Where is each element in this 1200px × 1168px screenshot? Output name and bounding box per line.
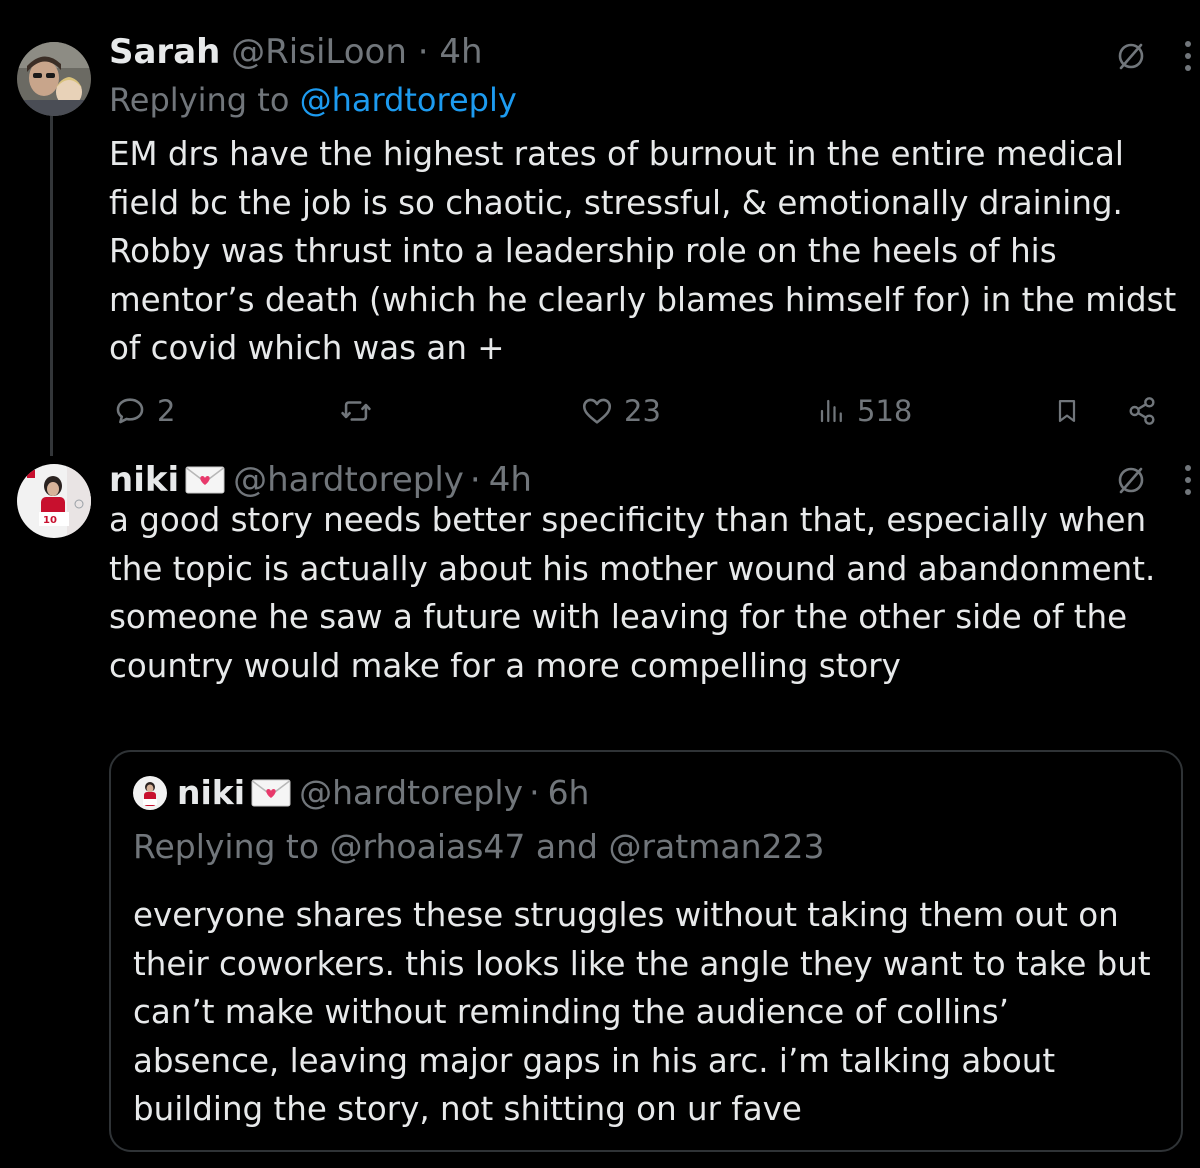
handle[interactable]: @RisiLoon	[231, 32, 407, 72]
timestamp: 6h	[547, 773, 590, 812]
replying-to-handle-link[interactable]: @hardtoreply	[300, 81, 517, 119]
heart-icon	[582, 398, 612, 424]
reply-bubble-icon	[116, 398, 144, 424]
reply-count: 2	[157, 394, 176, 428]
love-letter-envelope-icon	[251, 779, 291, 807]
repost-button[interactable]	[339, 392, 383, 430]
quoted-tweet-card[interactable]: niki @hardtoreply · 6h Replying to @rhoa…	[109, 750, 1183, 1152]
repost-icon	[341, 401, 371, 421]
quoted-tweet-body-text: everyone shares these struggles without …	[133, 896, 1151, 1128]
quoted-avatar	[133, 776, 167, 810]
replying-to-line: Replying to @hardtoreply	[109, 80, 517, 120]
timestamp[interactable]: 4h	[439, 32, 482, 72]
thread-connector-line	[50, 116, 53, 456]
dot-separator: ·	[417, 32, 429, 72]
tweet-body-text: EM drs have the highest rates of burnout…	[109, 135, 1177, 367]
avatar[interactable]: 10	[17, 464, 91, 538]
bookmark-icon[interactable]	[1050, 394, 1084, 428]
handle: @hardtoreply	[299, 773, 524, 812]
more-vertical-icon[interactable]	[1180, 460, 1196, 500]
dot-separator: ·	[529, 773, 540, 812]
views-button[interactable]: 518	[817, 392, 912, 430]
display-name[interactable]: niki	[109, 460, 179, 500]
share-icon[interactable]	[1124, 394, 1160, 428]
like-count: 23	[624, 394, 661, 428]
dot-separator: ·	[469, 460, 481, 500]
display-name[interactable]: Sarah	[109, 32, 220, 72]
handle[interactable]: @hardtoreply	[233, 460, 464, 500]
like-button[interactable]: 23	[580, 392, 661, 430]
timestamp[interactable]: 4h	[489, 460, 532, 500]
avatar[interactable]	[17, 42, 91, 116]
quoted-replying-to-line: Replying to @rhoaias47 and @ratman223	[133, 827, 825, 866]
tweet-header: niki @hardtoreply · 4h	[109, 460, 532, 500]
love-letter-envelope-icon	[185, 466, 225, 494]
reply-button[interactable]: 2	[113, 392, 175, 430]
quoted-tweet-header: niki @hardtoreply · 6h	[133, 772, 589, 814]
tweet-header: Sarah @RisiLoon · 4h	[109, 32, 483, 72]
display-name: niki	[177, 773, 246, 812]
tweet-body-text: a good story needs better specificity th…	[109, 501, 1156, 685]
replying-to-prefix: Replying to	[109, 81, 290, 119]
views-bar-icon	[820, 399, 842, 423]
views-count: 518	[857, 394, 913, 428]
grok-slash-circle-icon[interactable]	[1113, 38, 1149, 74]
more-vertical-icon[interactable]	[1180, 36, 1196, 76]
grok-slash-circle-icon[interactable]	[1113, 462, 1149, 498]
svg-text:10: 10	[43, 515, 57, 526]
